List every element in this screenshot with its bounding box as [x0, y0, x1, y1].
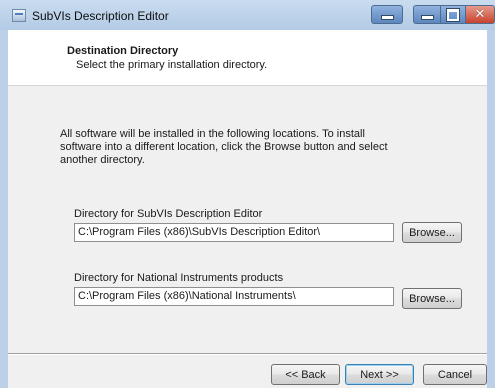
next-button[interactable]: Next >>: [345, 364, 414, 385]
ni-directory-field[interactable]: C:\Program Files (x86)\National Instrume…: [74, 287, 394, 306]
header-panel: Destination Directory Select the primary…: [8, 30, 487, 86]
page-subtitle: Select the primary installation director…: [76, 59, 268, 71]
minimize-icon: [420, 15, 434, 20]
ni-directory-label: Directory for National Instruments produ…: [74, 272, 284, 284]
browse-ni-button[interactable]: Browse...: [402, 288, 462, 309]
app-icon: [12, 9, 26, 22]
minimize-button[interactable]: [413, 5, 441, 24]
back-button[interactable]: << Back: [271, 364, 340, 385]
intro-text: All software will be installed in the fo…: [60, 128, 388, 166]
installer-window: SubVIs Description Editor ✕ Destination …: [0, 0, 495, 388]
subvis-directory-field[interactable]: C:\Program Files (x86)\SubVIs Descriptio…: [74, 223, 394, 242]
cancel-button[interactable]: Cancel: [423, 364, 487, 385]
close-icon: ✕: [474, 7, 486, 22]
close-button[interactable]: ✕: [465, 5, 495, 24]
window-title: SubVIs Description Editor: [32, 9, 169, 23]
subvis-directory-label: Directory for SubVIs Description Editor: [74, 208, 263, 220]
footer-separator: [8, 353, 487, 355]
dialog-client-area: Destination Directory Select the primary…: [8, 30, 487, 388]
minimize-icon: [380, 15, 394, 20]
maximize-icon: [446, 7, 460, 22]
page-title: Destination Directory: [67, 45, 179, 57]
browse-subvis-button[interactable]: Browse...: [402, 222, 462, 243]
title-bar[interactable]: SubVIs Description Editor ✕: [0, 0, 495, 30]
minimize-window-button[interactable]: [371, 5, 403, 24]
maximize-button[interactable]: [440, 5, 466, 24]
